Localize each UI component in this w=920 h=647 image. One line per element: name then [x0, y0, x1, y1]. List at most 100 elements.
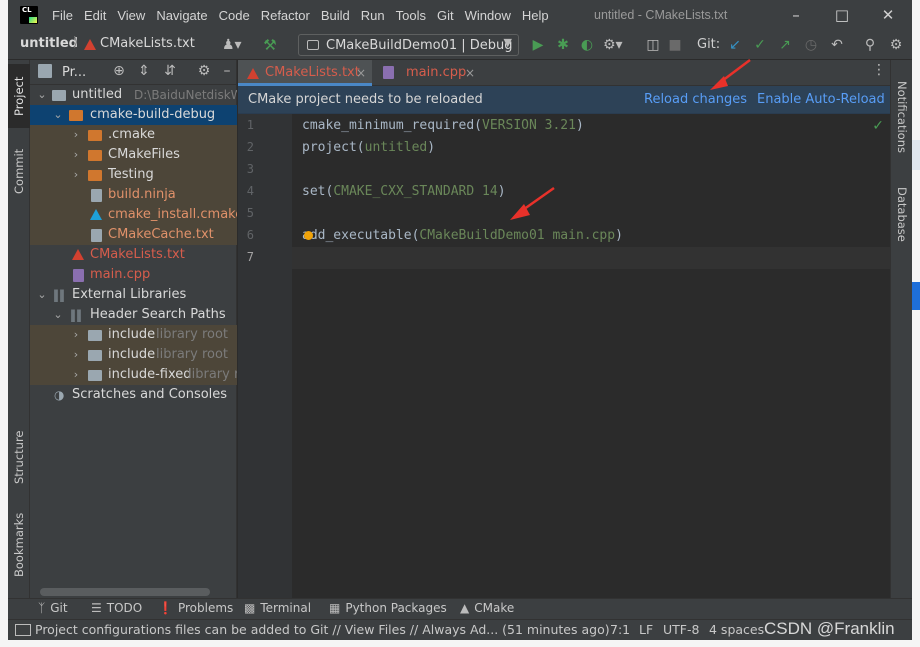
tab-cmakelists[interactable]: CMakeLists.txt ×	[238, 60, 372, 86]
close-tab-icon[interactable]: ×	[356, 60, 366, 86]
breadcrumb-project[interactable]: untitled	[20, 36, 78, 51]
history-icon[interactable]: ◷	[802, 36, 820, 54]
chevron-down-icon[interactable]: ⌄	[36, 285, 48, 305]
enable-auto-reload-link[interactable]: Enable Auto-Reload	[757, 92, 885, 107]
profile-icon[interactable]: ◐	[578, 36, 596, 54]
menu-view[interactable]: View	[117, 8, 145, 23]
menu-file[interactable]: File	[52, 8, 73, 23]
line-separator[interactable]: LF	[639, 622, 653, 637]
settings-gear-icon[interactable]: ⚙	[887, 36, 905, 54]
tool-todo[interactable]: ☰ TODO	[91, 601, 142, 615]
menu-code[interactable]: Code	[219, 8, 250, 23]
tool-tab-notifications[interactable]: Notifications	[891, 66, 912, 168]
rollback-icon[interactable]: ↶	[828, 36, 846, 54]
tool-tab-commit[interactable]: Commit	[8, 138, 30, 204]
run-configuration-select[interactable]: CMakeBuildDemo01 | Debug ▼	[298, 34, 519, 56]
collapse-all-icon[interactable]: ⇵	[161, 63, 179, 79]
chevron-right-icon[interactable]: ›	[70, 365, 82, 385]
tree-item-cmake-install[interactable]: cmake_install.cmake	[30, 205, 237, 225]
debug-icon[interactable]: ✱	[554, 36, 572, 54]
chevron-right-icon[interactable]: ›	[70, 345, 82, 365]
git-push-icon[interactable]: ↗	[776, 36, 794, 54]
tree-item-include[interactable]: › include library root	[30, 345, 237, 365]
chevron-right-icon[interactable]: ›	[70, 165, 82, 185]
tree-item-cmakecache[interactable]: CMakeCache.txt	[30, 225, 237, 245]
breadcrumb-file[interactable]: CMakeLists.txt	[100, 36, 195, 51]
tree-item-label: External Libraries	[72, 287, 187, 302]
attach-icon[interactable]: ◫	[644, 36, 662, 54]
search-icon[interactable]: ⚲	[861, 36, 879, 54]
user-icon[interactable]: ♟▾	[222, 36, 242, 54]
tool-tab-project[interactable]: Project	[8, 64, 30, 128]
tool-tab-bookmarks[interactable]: Bookmarks	[8, 504, 30, 586]
more-tabs-icon[interactable]: ⋮	[872, 62, 886, 78]
tool-tab-database[interactable]: Database	[891, 178, 912, 250]
horizontal-scrollbar[interactable]	[40, 588, 210, 596]
tree-item-include[interactable]: › include library root	[30, 325, 237, 345]
tree-item-cmake-dir[interactable]: › .cmake	[30, 125, 237, 145]
status-message[interactable]: Project configurations files can be adde…	[35, 622, 610, 637]
tree-item-cmakelists[interactable]: CMakeLists.txt	[30, 245, 237, 265]
tab-main-cpp[interactable]: main.cpp ×	[374, 60, 478, 86]
run-icon[interactable]: ▶	[529, 36, 547, 54]
menu-refactor[interactable]: Refactor	[261, 8, 310, 23]
indent-setting[interactable]: 4 spaces	[709, 622, 764, 637]
menu-edit[interactable]: Edit	[84, 8, 106, 23]
tree-item-header-search-paths[interactable]: ⌄ ‖‖ Header Search Paths	[30, 305, 237, 325]
close-icon[interactable]: ✕	[878, 5, 898, 25]
code-line[interactable]: project(untitled)	[302, 140, 435, 155]
tree-item-untitled[interactable]: ⌄ untitled D:\BaiduNetdiskWo	[30, 85, 237, 105]
coverage-icon[interactable]: ⚙▾	[603, 36, 623, 54]
tree-item-cmakefiles[interactable]: › CMakeFiles	[30, 145, 237, 165]
caret-position[interactable]: 7:1	[610, 622, 630, 637]
code-line[interactable]: add_executable(CMakeBuildDemo01 main.cpp…	[302, 228, 623, 243]
chevron-right-icon[interactable]: ›	[70, 325, 82, 345]
inspection-ok-check-icon[interactable]: ✓	[872, 118, 884, 134]
tree-item-hint: library r	[188, 367, 237, 382]
menu-navigate[interactable]: Navigate	[156, 8, 207, 23]
menu-tools[interactable]: Tools	[396, 8, 426, 23]
menu-run[interactable]: Run	[361, 8, 385, 23]
chevron-right-icon[interactable]: ›	[70, 125, 82, 145]
project-panel-title[interactable]: Pr...	[62, 65, 86, 80]
status-icon[interactable]	[15, 624, 31, 636]
minimize-icon[interactable]: –	[786, 5, 806, 25]
intention-bulb-icon[interactable]	[304, 231, 313, 240]
chevron-down-icon[interactable]: ⌄	[36, 85, 48, 105]
tool-problems[interactable]: ❗ Problems	[158, 601, 233, 615]
expand-all-icon[interactable]: ⇕	[135, 63, 153, 79]
menu-build[interactable]: Build	[321, 8, 350, 23]
chevron-down-icon[interactable]: ⌄	[52, 305, 64, 325]
chevron-right-icon[interactable]: ›	[70, 145, 82, 165]
locate-icon[interactable]: ⊕	[110, 63, 128, 79]
close-tab-icon[interactable]: ×	[465, 60, 475, 86]
git-update-icon[interactable]: ↙	[726, 36, 744, 54]
options-gear-icon[interactable]: ⚙	[195, 63, 213, 79]
tool-python-packages[interactable]: ▦ Python Packages	[329, 601, 447, 615]
menu-git[interactable]: Git	[437, 8, 454, 23]
build-hammer-icon[interactable]: ⚒	[261, 36, 279, 54]
tool-cmake[interactable]: ▲ CMake	[460, 601, 514, 615]
menu-help[interactable]: Help	[522, 8, 549, 23]
menu-window[interactable]: Window	[465, 8, 511, 23]
tree-item-build-ninja[interactable]: build.ninja	[30, 185, 237, 205]
tree-item-include-fixed[interactable]: › include-fixed library r	[30, 365, 237, 385]
tree-item-external-libraries[interactable]: ⌄ ‖‖ External Libraries	[30, 285, 237, 305]
tool-tab-structure[interactable]: Structure	[8, 418, 30, 496]
hide-panel-icon[interactable]: –	[218, 63, 236, 79]
tree-item-testing[interactable]: › Testing	[30, 165, 237, 185]
stop-icon[interactable]: ■	[666, 36, 684, 54]
code-line[interactable]: set(CMAKE_CXX_STANDARD 14)	[302, 184, 506, 199]
file-encoding[interactable]: UTF-8	[663, 622, 699, 637]
tree-item-main-cpp[interactable]: main.cpp	[30, 265, 237, 285]
bottom-tool-bar: ᛉ Git ☰ TODO ❗ Problems ▩ Terminal ▦ Python P…	[8, 598, 912, 619]
maximize-icon[interactable]: □	[832, 5, 852, 25]
git-commit-icon[interactable]: ✓	[751, 36, 769, 54]
code-editor[interactable]: cmake_minimum_required(VERSION 3.21) pro…	[292, 114, 890, 598]
tool-git[interactable]: ᛉ Git	[38, 601, 68, 615]
tool-terminal[interactable]: ▩ Terminal	[244, 601, 311, 615]
chevron-down-icon[interactable]: ⌄	[52, 105, 64, 125]
code-line[interactable]: cmake_minimum_required(VERSION 3.21)	[302, 118, 584, 133]
tree-item-scratches[interactable]: ◑ Scratches and Consoles	[30, 385, 237, 405]
tree-item-cmake-build-debug[interactable]: ⌄ cmake-build-debug	[30, 105, 237, 125]
